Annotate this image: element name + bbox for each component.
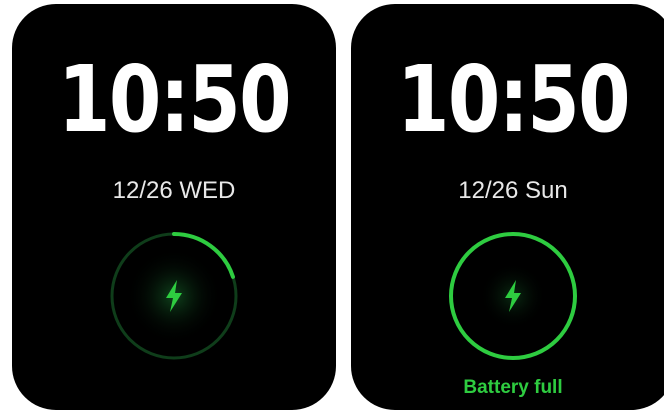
watch-screen-charging: 10:50 12/26 WED [12, 4, 336, 410]
clock-time: 10:50 [58, 46, 292, 153]
clock-date: 12/26 WED [112, 177, 236, 204]
watch-screens: 10:50 12/26 WED 10:50 12/26 Sun Battery … [0, 0, 664, 414]
charging-ring [110, 232, 238, 360]
watch-screen-full: 10:50 12/26 Sun Battery full [351, 4, 664, 410]
charging-ring [449, 232, 577, 360]
battery-status: Battery full [463, 377, 563, 398]
clock-date: 12/26 Sun [458, 177, 568, 204]
clock-time: 10:50 [397, 46, 631, 153]
